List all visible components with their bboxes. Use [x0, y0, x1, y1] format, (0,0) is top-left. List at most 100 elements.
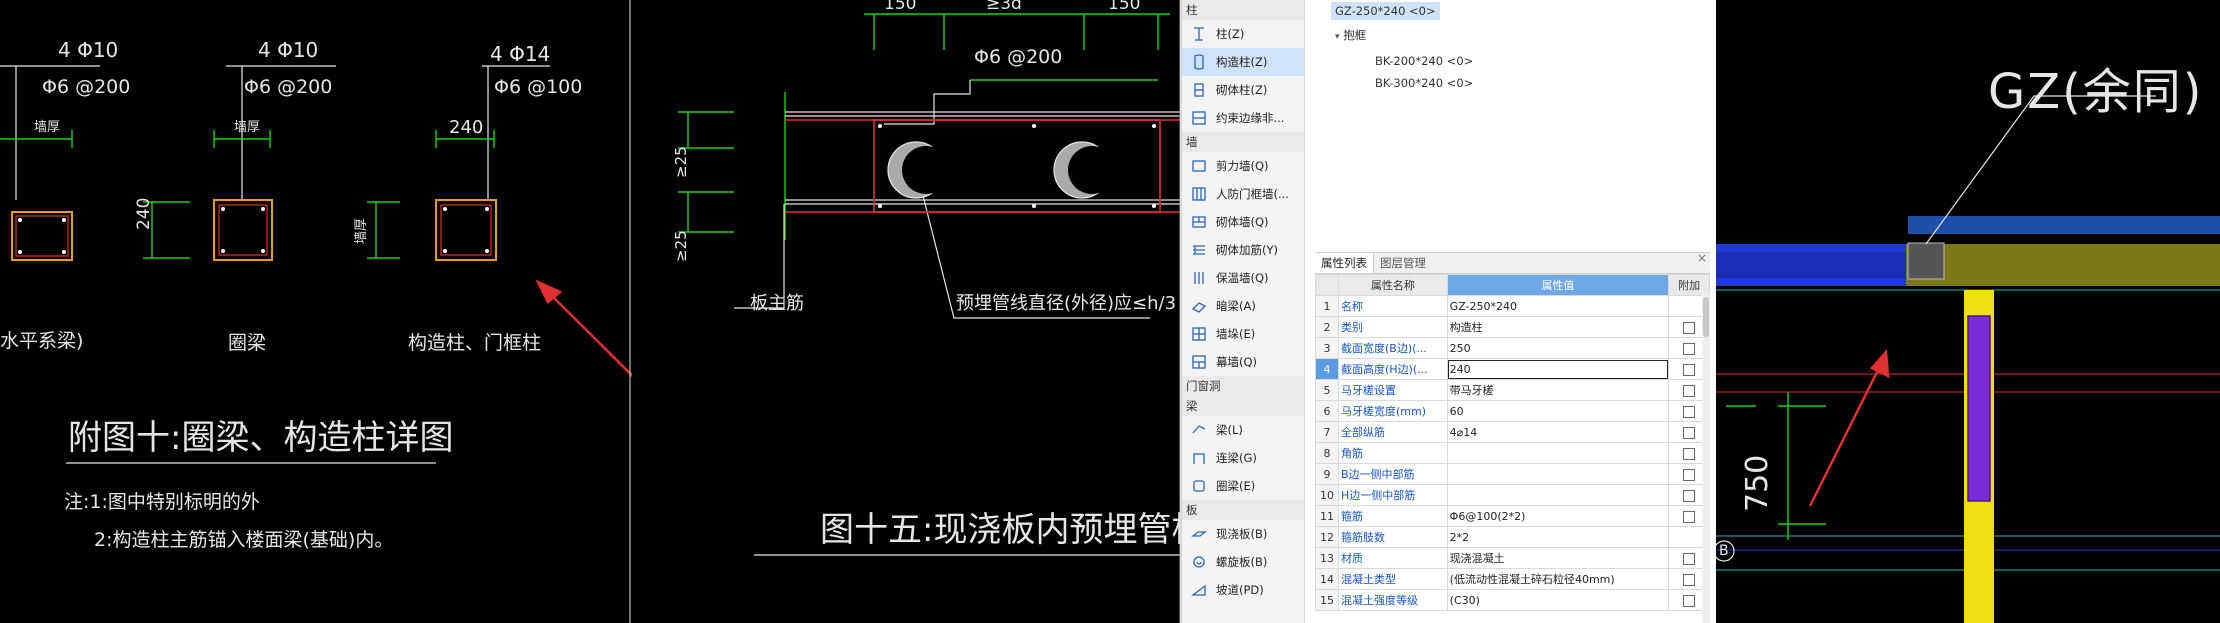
- scrollbar-thumb[interactable]: [1703, 297, 1709, 337]
- sidebar-category[interactable]: 墙: [1182, 132, 1304, 152]
- tab-layer-management[interactable]: 图层管理: [1374, 253, 1432, 273]
- sidebar-category[interactable]: 梁: [1182, 396, 1304, 416]
- close-icon[interactable]: ×: [1697, 251, 1707, 265]
- sidebar-item[interactable]: 现浇板(B): [1182, 520, 1304, 548]
- sidebar-item[interactable]: 保温墙(Q): [1182, 264, 1304, 292]
- sidebar-item[interactable]: 砌体墙(Q): [1182, 208, 1304, 236]
- blast-door-wall-icon: [1190, 185, 1208, 203]
- column-purple: [1967, 315, 1991, 502]
- sidebar-item[interactable]: 梁(L): [1182, 416, 1304, 444]
- table-row[interactable]: 8 角筋: [1315, 442, 1710, 464]
- cad-viewport-detail-ring-beam[interactable]: 4 Φ10 4 Φ10 4 Φ14 Φ6 @200 Φ6 @200 Φ6 @10…: [0, 0, 632, 623]
- sidebar-item[interactable]: 约束边缘非...: [1182, 104, 1304, 132]
- table-row[interactable]: 6 马牙槎宽度(mm) 60: [1315, 400, 1710, 422]
- table-row[interactable]: 15 混凝土强度等级 (C30): [1315, 589, 1710, 611]
- attach-checkbox[interactable]: [1683, 510, 1696, 523]
- structural-column-icon: [1190, 53, 1208, 71]
- attach-checkbox[interactable]: [1683, 468, 1696, 481]
- sidebar-item[interactable]: 砌体加筋(Y): [1182, 236, 1304, 264]
- attach-checkbox[interactable]: [1683, 342, 1696, 355]
- attach-checkbox[interactable]: [1683, 573, 1696, 586]
- scrollbar[interactable]: [1702, 293, 1710, 623]
- property-value[interactable]: 240: [1446, 358, 1670, 380]
- stirrup-label: Φ6 @100: [494, 76, 583, 98]
- coupling-beam-icon: [1190, 449, 1208, 467]
- property-value[interactable]: [1446, 442, 1670, 464]
- property-value[interactable]: 250: [1446, 337, 1670, 359]
- property-value[interactable]: GZ-250*240: [1446, 295, 1670, 317]
- sidebar-item[interactable]: 构造柱(Z): [1182, 48, 1304, 76]
- table-row[interactable]: 12 箍筋肢数 2*2: [1315, 526, 1710, 548]
- table-row[interactable]: 9 B边一侧中部筋: [1315, 463, 1710, 485]
- sidebar-item[interactable]: 坡道(PD): [1182, 576, 1304, 604]
- attach-checkbox[interactable]: [1683, 489, 1696, 502]
- property-value[interactable]: 2*2: [1446, 526, 1670, 548]
- attach-checkbox[interactable]: [1683, 321, 1696, 334]
- spiral-slab-icon: [1190, 553, 1208, 571]
- property-value[interactable]: 60: [1446, 400, 1670, 422]
- cad-viewport-embedded-pipe[interactable]: 150 ≥3d 150 Φ6 @200 ≥25 ≥25 板主筋 预埋管线直径(外…: [634, 0, 1182, 623]
- property-value[interactable]: 构造柱: [1446, 316, 1670, 338]
- wall-thickness-label: 墙厚: [354, 217, 369, 244]
- attach-checkbox[interactable]: [1683, 594, 1696, 607]
- sidebar-item-label: 剪力墙(Q): [1216, 159, 1269, 173]
- sidebar-item[interactable]: 砌体柱(Z): [1182, 76, 1304, 104]
- tree-item[interactable]: BK-300*240 <0>: [1375, 74, 1473, 92]
- stirrup-label: Φ6 @200: [244, 76, 333, 98]
- sidebar-item[interactable]: 圈梁(E): [1182, 472, 1304, 500]
- sidebar-item[interactable]: 墙垛(E): [1182, 320, 1304, 348]
- tree-item-selected[interactable]: GZ-250*240 <0>: [1331, 2, 1440, 20]
- property-value[interactable]: 4⌀14: [1446, 421, 1670, 443]
- sidebar-category[interactable]: 板: [1182, 500, 1304, 520]
- tree-item[interactable]: BK-200*240 <0>: [1375, 52, 1473, 70]
- table-row[interactable]: 14 混凝土类型 (低流动性混凝土碎石粒径40mm): [1315, 568, 1710, 590]
- attach-checkbox[interactable]: [1683, 426, 1696, 439]
- caption: 水平系梁): [0, 330, 84, 352]
- property-panel: 属性列表 图层管理 × 属性名称 属性值 附加 1 名称 GZ-250*240 2 类别…: [1315, 251, 1710, 623]
- sidebar-item-label: 螺旋板(B): [1216, 555, 1268, 569]
- table-row[interactable]: 1 名称 GZ-250*240: [1315, 295, 1710, 317]
- property-value[interactable]: 带马牙槎: [1446, 379, 1670, 401]
- attach-checkbox[interactable]: [1683, 405, 1696, 418]
- property-value[interactable]: [1446, 484, 1670, 506]
- table-row[interactable]: 5 马牙槎设置 带马牙槎: [1315, 379, 1710, 401]
- column-gz: [1907, 242, 1945, 280]
- sidebar-item[interactable]: 剪力墙(Q): [1182, 152, 1304, 180]
- wall-pier-icon: [1190, 325, 1208, 343]
- dimension-label: ≥3d: [986, 0, 1022, 14]
- attach-checkbox[interactable]: [1683, 447, 1696, 460]
- property-value[interactable]: [1446, 463, 1670, 485]
- sidebar-category[interactable]: 门窗洞: [1182, 376, 1304, 396]
- attach-checkbox[interactable]: [1683, 552, 1696, 565]
- property-name: 材质: [1337, 547, 1448, 569]
- tab-property-list[interactable]: 属性列表: [1315, 253, 1374, 273]
- table-row[interactable]: 2 类别 构造柱: [1315, 316, 1710, 338]
- sidebar-item-label: 梁(L): [1216, 423, 1243, 437]
- insulation-wall-icon: [1190, 269, 1208, 287]
- table-row[interactable]: 10 H边一侧中部筋: [1315, 484, 1710, 506]
- sidebar-item[interactable]: 连梁(G): [1182, 444, 1304, 472]
- attach-checkbox[interactable]: [1683, 363, 1696, 376]
- table-row[interactable]: 4 截面高度(H边)(... 240: [1315, 358, 1710, 380]
- property-value[interactable]: (C30): [1446, 589, 1670, 611]
- sidebar-item[interactable]: 幕墙(Q): [1182, 348, 1304, 376]
- masonry-wall-icon: [1190, 213, 1208, 231]
- tree-group[interactable]: ▾ 抱框: [1335, 26, 1366, 44]
- ramp-icon: [1190, 581, 1208, 599]
- table-row[interactable]: 3 截面宽度(B边)(... 250: [1315, 337, 1710, 359]
- sidebar-item[interactable]: 人防门框墙(...: [1182, 180, 1304, 208]
- table-row[interactable]: 7 全部纵筋 4⌀14: [1315, 421, 1710, 443]
- wall-thickness-label: 墙厚: [34, 120, 61, 135]
- cad-viewport-plan[interactable]: GZ(余同) 750 B: [1716, 0, 2220, 623]
- sidebar-category[interactable]: 柱: [1182, 0, 1304, 20]
- sidebar-item[interactable]: 柱(Z): [1182, 20, 1304, 48]
- expand-arrow-icon[interactable]: ▾: [1335, 32, 1340, 42]
- sidebar-item[interactable]: 螺旋板(B): [1182, 548, 1304, 576]
- attach-checkbox[interactable]: [1683, 384, 1696, 397]
- property-value[interactable]: 现浇混凝土: [1446, 547, 1670, 569]
- property-value[interactable]: (低流动性混凝土碎石粒径40mm): [1446, 568, 1670, 590]
- table-row[interactable]: 13 材质 现浇混凝土: [1315, 547, 1710, 569]
- table-row[interactable]: 11 箍筋 Φ6@100(2*2): [1315, 505, 1710, 527]
- sidebar-item[interactable]: 暗梁(A): [1182, 292, 1304, 320]
- property-value[interactable]: Φ6@100(2*2): [1446, 505, 1670, 527]
